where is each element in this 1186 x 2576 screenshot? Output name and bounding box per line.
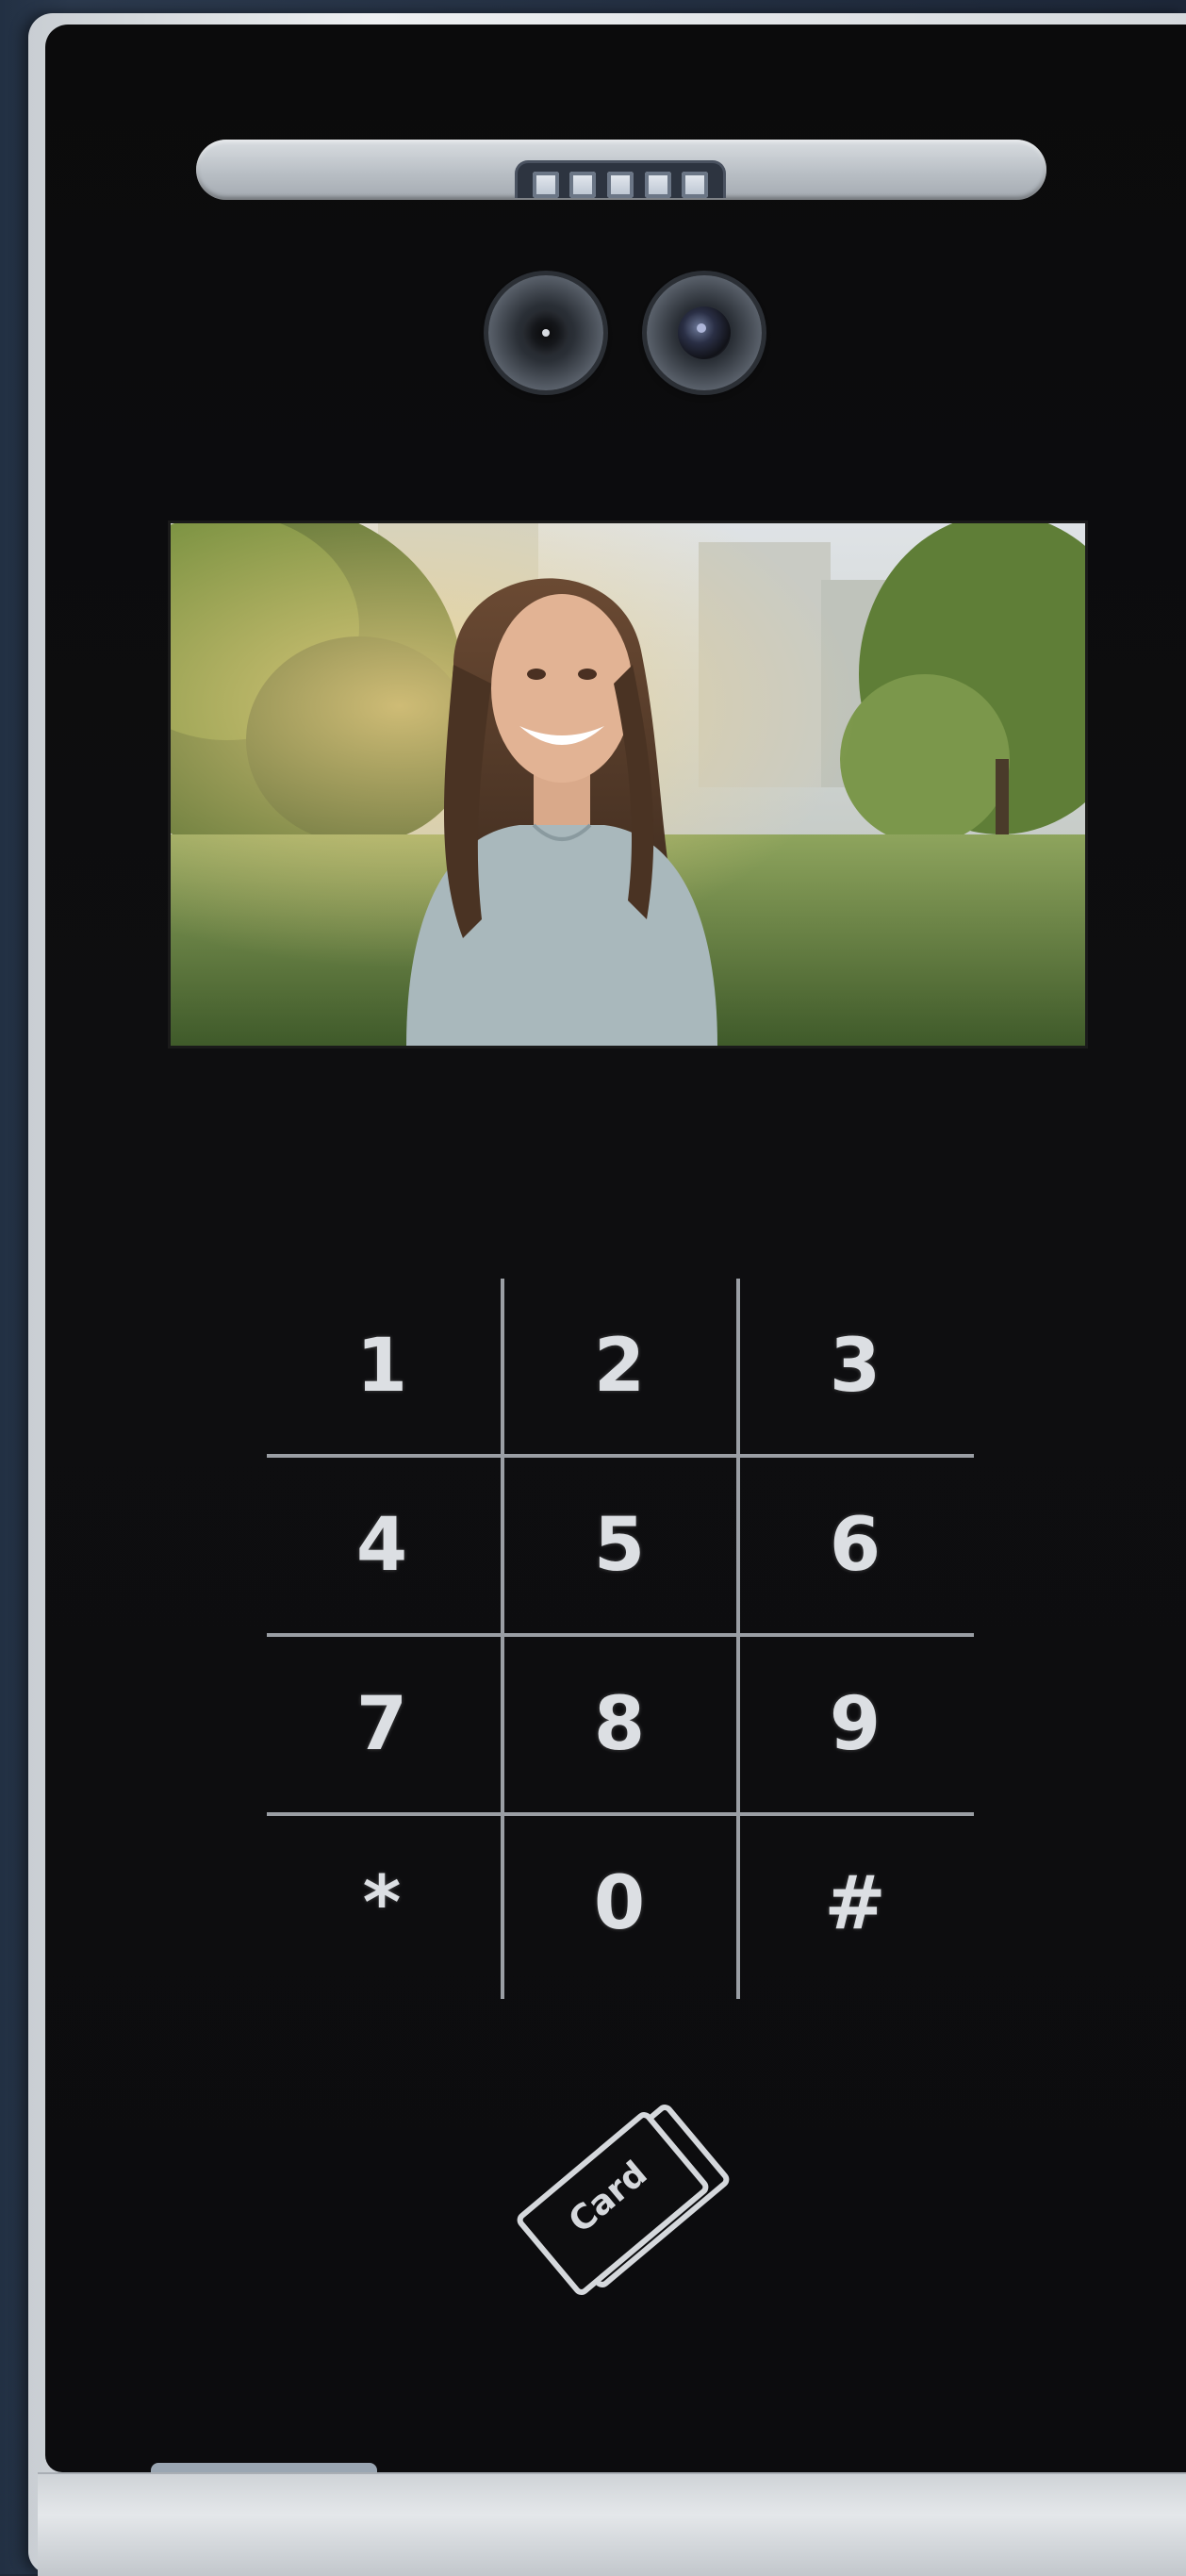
camera-lens-icon: [488, 275, 603, 390]
led-icon: [682, 172, 709, 198]
card-reader[interactable]: Card: [490, 2095, 735, 2312]
key-6[interactable]: 6: [740, 1458, 972, 1633]
led-icon: [644, 172, 671, 198]
keypad: 1 2 3 4 5 6 7 8 9 * 0 #: [267, 1279, 974, 1999]
video-feed-image: [171, 523, 1085, 1046]
key-hash[interactable]: #: [740, 1816, 972, 1991]
key-0[interactable]: 0: [504, 1816, 736, 1991]
led-strip-icon: [515, 160, 726, 198]
key-7[interactable]: 7: [267, 1637, 499, 1812]
key-4[interactable]: 4: [267, 1458, 499, 1633]
key-5[interactable]: 5: [504, 1458, 736, 1633]
video-display: [168, 520, 1088, 1049]
led-icon: [532, 172, 559, 198]
camera-lens-icon: [647, 275, 762, 390]
key-1[interactable]: 1: [267, 1279, 499, 1454]
key-3[interactable]: 3: [740, 1279, 972, 1454]
key-star[interactable]: *: [267, 1816, 499, 1991]
key-2[interactable]: 2: [504, 1279, 736, 1454]
led-icon: [569, 172, 597, 198]
key-9[interactable]: 9: [740, 1637, 972, 1812]
led-icon: [606, 172, 634, 198]
bottom-trim: [38, 2472, 1186, 2576]
key-8[interactable]: 8: [504, 1637, 736, 1812]
